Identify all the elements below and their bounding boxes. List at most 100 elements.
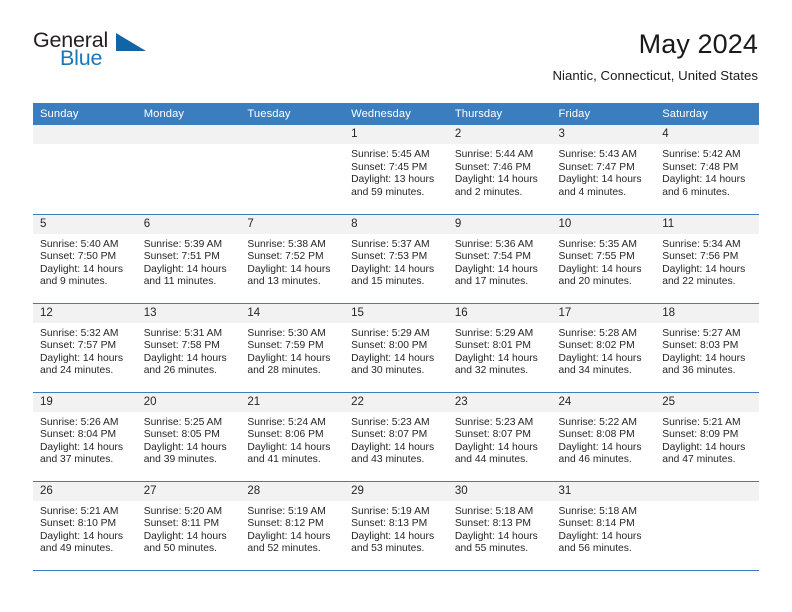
day-number — [33, 125, 137, 144]
calendar-day-cell[interactable]: 17 Sunrise: 5:28 AM Sunset: 8:02 PM Dayligh… — [551, 303, 656, 393]
calendar-day-cell[interactable]: 27 Sunrise: 5:20 AM Sunset: 8:11 PM Dayligh… — [136, 481, 241, 571]
calendar-day-cell[interactable]: 4 Sunrise: 5:42 AM Sunset: 7:48 PM Daylight… — [655, 125, 759, 215]
day-details: Sunrise: 5:19 AM Sunset: 8:13 PM Daylight:… — [344, 501, 448, 556]
sunset-text: Sunset: 8:02 PM — [558, 340, 635, 352]
sunrise-text: Sunrise: 5:21 AM — [662, 416, 741, 428]
calendar-day-cell[interactable]: 13 Sunrise: 5:31 AM Sunset: 7:58 PM Dayligh… — [136, 303, 241, 393]
calendar-day-cell[interactable]: 11 Sunrise: 5:34 AM Sunset: 7:56 PM Dayligh… — [655, 214, 759, 304]
sunset-text: Sunset: 8:03 PM — [662, 340, 739, 352]
day-details: Sunrise: 5:39 AM Sunset: 7:51 PM Daylight:… — [137, 234, 241, 289]
calendar-day-cell[interactable]: 8 Sunrise: 5:37 AM Sunset: 7:53 PM Daylight… — [344, 214, 448, 304]
sunset-text: Sunset: 7:59 PM — [247, 340, 324, 352]
sunset-text: Sunset: 7:47 PM — [558, 161, 635, 173]
calendar-day-cell-empty — [136, 125, 241, 215]
calendar-day-cell[interactable]: 15 Sunrise: 5:29 AM Sunset: 8:00 PM Dayligh… — [344, 303, 448, 393]
calendar-day-cell[interactable]: 30 Sunrise: 5:18 AM Sunset: 8:13 PM Dayligh… — [447, 481, 552, 571]
day-number: 30 — [447, 481, 552, 501]
general-blue-logo[interactable]: General Blue — [33, 29, 163, 76]
sunrise-text: Sunrise: 5:27 AM — [662, 327, 741, 339]
calendar-day-cell[interactable]: 19 Sunrise: 5:26 AM Sunset: 8:04 PM Dayligh… — [33, 392, 137, 482]
calendar-day-cell[interactable]: 22 Sunrise: 5:23 AM Sunset: 8:07 PM Dayligh… — [344, 392, 448, 482]
sunrise-text: Sunrise: 5:40 AM — [40, 238, 119, 250]
sunset-text: Sunset: 8:05 PM — [143, 429, 220, 441]
page-header: General Blue May 2024 Niantic, Connectic… — [0, 0, 792, 83]
calendar-day-cell[interactable]: 24 Sunrise: 5:22 AM Sunset: 8:08 PM Dayligh… — [551, 392, 656, 482]
sunset-text: Sunset: 7:55 PM — [558, 251, 635, 263]
calendar-day-cell[interactable]: 2 Sunrise: 5:44 AM Sunset: 7:46 PM Daylight… — [447, 125, 552, 215]
sunset-text: Sunset: 8:13 PM — [351, 518, 428, 530]
daylight-text: Daylight: 14 hours and 24 minutes. — [40, 352, 123, 377]
sunrise-text: Sunrise: 5:21 AM — [40, 505, 119, 517]
calendar-day-cell[interactable]: 26 Sunrise: 5:21 AM Sunset: 8:10 PM Dayligh… — [33, 481, 137, 571]
calendar-day-cell[interactable]: 28 Sunrise: 5:19 AM Sunset: 8:12 PM Dayligh… — [240, 481, 345, 571]
sunset-text: Sunset: 7:58 PM — [143, 340, 220, 352]
sunset-text: Sunset: 7:52 PM — [247, 251, 324, 263]
day-number: 6 — [136, 214, 241, 234]
calendar-day-cell[interactable]: 31 Sunrise: 5:18 AM Sunset: 8:14 PM Dayligh… — [551, 481, 656, 571]
sunset-text: Sunset: 8:06 PM — [247, 429, 324, 441]
day-number — [240, 125, 345, 144]
day-details: Sunrise: 5:19 AM Sunset: 8:12 PM Daylight:… — [240, 501, 344, 556]
weekday-header-wednesday: Wednesday — [344, 103, 448, 125]
calendar-day-cell[interactable]: 1 Sunrise: 5:45 AM Sunset: 7:45 PM Daylight… — [344, 125, 448, 215]
calendar-day-cell[interactable]: 5 Sunrise: 5:40 AM Sunset: 7:50 PM Daylight… — [33, 214, 137, 304]
daylight-text: Daylight: 14 hours and 36 minutes. — [662, 352, 746, 377]
calendar-day-cell[interactable]: 10 Sunrise: 5:35 AM Sunset: 7:55 PM Dayligh… — [551, 214, 656, 304]
sunset-text: Sunset: 8:13 PM — [454, 518, 531, 530]
daylight-text: Daylight: 14 hours and 53 minutes. — [351, 530, 435, 555]
day-details: Sunrise: 5:22 AM Sunset: 8:08 PM Daylight:… — [552, 412, 656, 467]
daylight-text: Daylight: 14 hours and 32 minutes. — [454, 352, 538, 377]
day-details: Sunrise: 5:18 AM Sunset: 8:14 PM Daylight:… — [552, 501, 656, 556]
day-number: 28 — [240, 481, 345, 501]
calendar-day-cell-empty — [655, 481, 759, 571]
sunrise-text: Sunrise: 5:44 AM — [454, 149, 534, 160]
calendar-day-cell[interactable]: 18 Sunrise: 5:27 AM Sunset: 8:03 PM Dayligh… — [655, 303, 759, 393]
day-details: Sunrise: 5:35 AM Sunset: 7:55 PM Daylight:… — [552, 234, 656, 289]
day-number: 20 — [136, 392, 241, 412]
calendar-day-cell[interactable]: 16 Sunrise: 5:29 AM Sunset: 8:01 PM Dayligh… — [447, 303, 552, 393]
day-number: 11 — [655, 214, 759, 234]
calendar-day-cell[interactable]: 12 Sunrise: 5:32 AM Sunset: 7:57 PM Dayligh… — [33, 303, 137, 393]
weekday-header-row: Sunday Monday Tuesday Wednesday Thursday… — [33, 103, 759, 125]
day-number: 15 — [344, 303, 448, 323]
calendar-day-cell[interactable]: 9 Sunrise: 5:36 AM Sunset: 7:54 PM Daylight… — [447, 214, 552, 304]
sunrise-text: Sunrise: 5:29 AM — [351, 327, 430, 339]
day-details: Sunrise: 5:24 AM Sunset: 8:06 PM Daylight:… — [240, 412, 344, 467]
calendar-day-cell[interactable]: 29 Sunrise: 5:19 AM Sunset: 8:13 PM Dayligh… — [344, 481, 448, 571]
page-title: May 2024 — [638, 29, 758, 59]
calendar-day-cell[interactable]: 6 Sunrise: 5:39 AM Sunset: 7:51 PM Daylight… — [136, 214, 241, 304]
day-details: Sunrise: 5:25 AM Sunset: 8:05 PM Daylight:… — [137, 412, 241, 467]
sunrise-text: Sunrise: 5:19 AM — [351, 505, 430, 517]
day-details: Sunrise: 5:21 AM Sunset: 8:10 PM Daylight:… — [33, 501, 137, 556]
day-details: Sunrise: 5:23 AM Sunset: 8:07 PM Daylight:… — [344, 412, 448, 467]
sunrise-text: Sunrise: 5:18 AM — [454, 505, 534, 517]
calendar-day-cell[interactable]: 25 Sunrise: 5:21 AM Sunset: 8:09 PM Dayligh… — [655, 392, 759, 482]
day-number: 4 — [655, 125, 759, 144]
weekday-header-saturday: Saturday — [655, 103, 759, 125]
day-details: Sunrise: 5:34 AM Sunset: 7:56 PM Daylight:… — [655, 234, 759, 289]
sunset-text: Sunset: 8:12 PM — [247, 518, 324, 530]
calendar-day-cell[interactable]: 20 Sunrise: 5:25 AM Sunset: 8:05 PM Dayligh… — [136, 392, 241, 482]
daylight-text: Daylight: 14 hours and 2 minutes. — [454, 174, 538, 198]
sunset-text: Sunset: 8:10 PM — [40, 518, 117, 530]
calendar-day-cell[interactable]: 23 Sunrise: 5:23 AM Sunset: 8:07 PM Dayligh… — [447, 392, 552, 482]
calendar-day-cell[interactable]: 14 Sunrise: 5:30 AM Sunset: 7:59 PM Dayligh… — [240, 303, 345, 393]
calendar-day-cell[interactable]: 21 Sunrise: 5:24 AM Sunset: 8:06 PM Dayligh… — [240, 392, 345, 482]
logo-text-blue: Blue — [60, 46, 103, 70]
sunrise-text: Sunrise: 5:42 AM — [662, 149, 741, 160]
sunset-text: Sunset: 8:09 PM — [662, 429, 739, 441]
calendar-day-cell[interactable]: 3 Sunrise: 5:43 AM Sunset: 7:47 PM Daylight… — [551, 125, 656, 215]
daylight-text: Daylight: 14 hours and 34 minutes. — [558, 352, 642, 377]
day-number: 7 — [240, 214, 345, 234]
weekday-header-sunday: Sunday — [33, 103, 137, 125]
sunrise-text: Sunrise: 5:24 AM — [247, 416, 326, 428]
day-details: Sunrise: 5:29 AM Sunset: 8:01 PM Daylight:… — [448, 323, 552, 378]
day-number: 26 — [33, 481, 137, 501]
daylight-text: Daylight: 14 hours and 13 minutes. — [247, 263, 331, 288]
daylight-text: Daylight: 14 hours and 26 minutes. — [143, 352, 227, 377]
sunrise-text: Sunrise: 5:20 AM — [143, 505, 223, 517]
day-number: 19 — [33, 392, 137, 412]
day-details: Sunrise: 5:23 AM Sunset: 8:07 PM Daylight:… — [448, 412, 552, 467]
day-number: 5 — [33, 214, 137, 234]
calendar-day-cell[interactable]: 7 Sunrise: 5:38 AM Sunset: 7:52 PM Daylight… — [240, 214, 345, 304]
